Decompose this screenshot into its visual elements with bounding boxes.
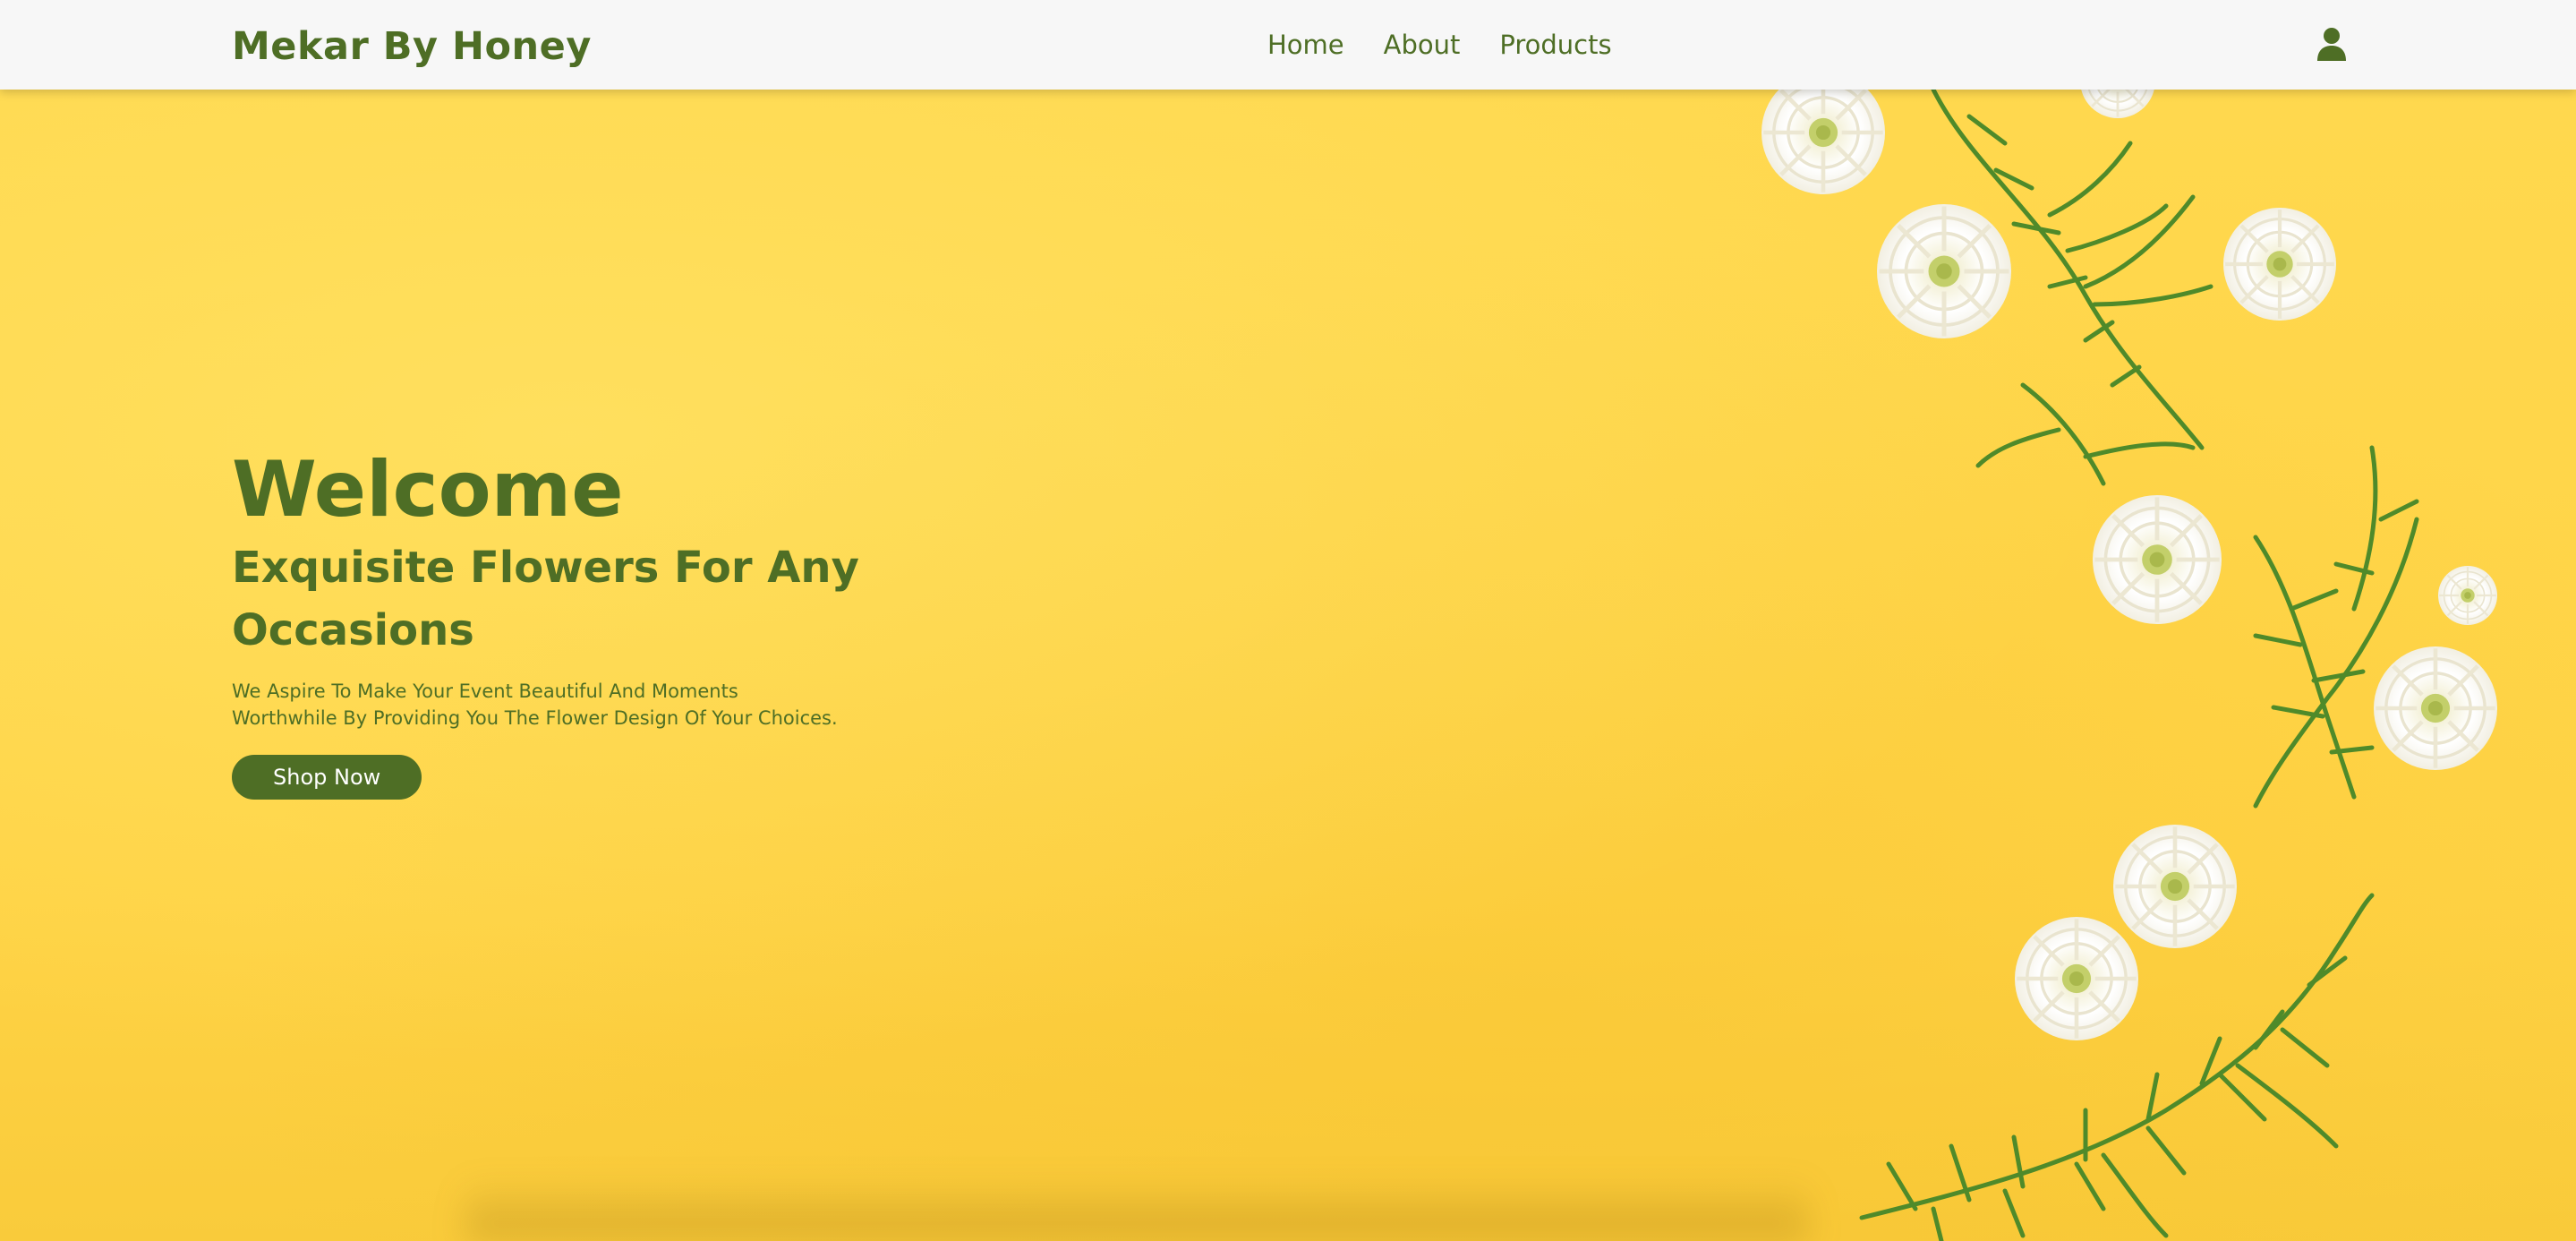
nav-link-products[interactable]: Products xyxy=(1499,30,1611,60)
hero-text: Welcome Exquisite Flowers For Any Occasi… xyxy=(232,448,876,800)
user-icon-glyph xyxy=(2317,28,2346,61)
hero-bottom-shadow xyxy=(465,1178,1808,1241)
shop-now-button[interactable]: Shop Now xyxy=(232,754,422,800)
hero-description: We Aspire To Make Your Event Beautiful A… xyxy=(232,680,838,729)
hero-section: Welcome Exquisite Flowers For Any Occasi… xyxy=(0,90,2576,1241)
nav-links: Home About Products xyxy=(1267,30,1612,60)
user-icon[interactable] xyxy=(2316,27,2348,63)
nav-link-about[interactable]: About xyxy=(1384,30,1461,60)
navbar: Mekar By Honey Home About Products xyxy=(0,0,2576,90)
nav-link-home[interactable]: Home xyxy=(1267,30,1344,60)
brand-logo[interactable]: Mekar By Honey xyxy=(232,24,592,69)
hero-tagline: Exquisite Flowers For Any Occasions xyxy=(232,542,859,655)
hero-title: Welcome xyxy=(232,445,624,535)
